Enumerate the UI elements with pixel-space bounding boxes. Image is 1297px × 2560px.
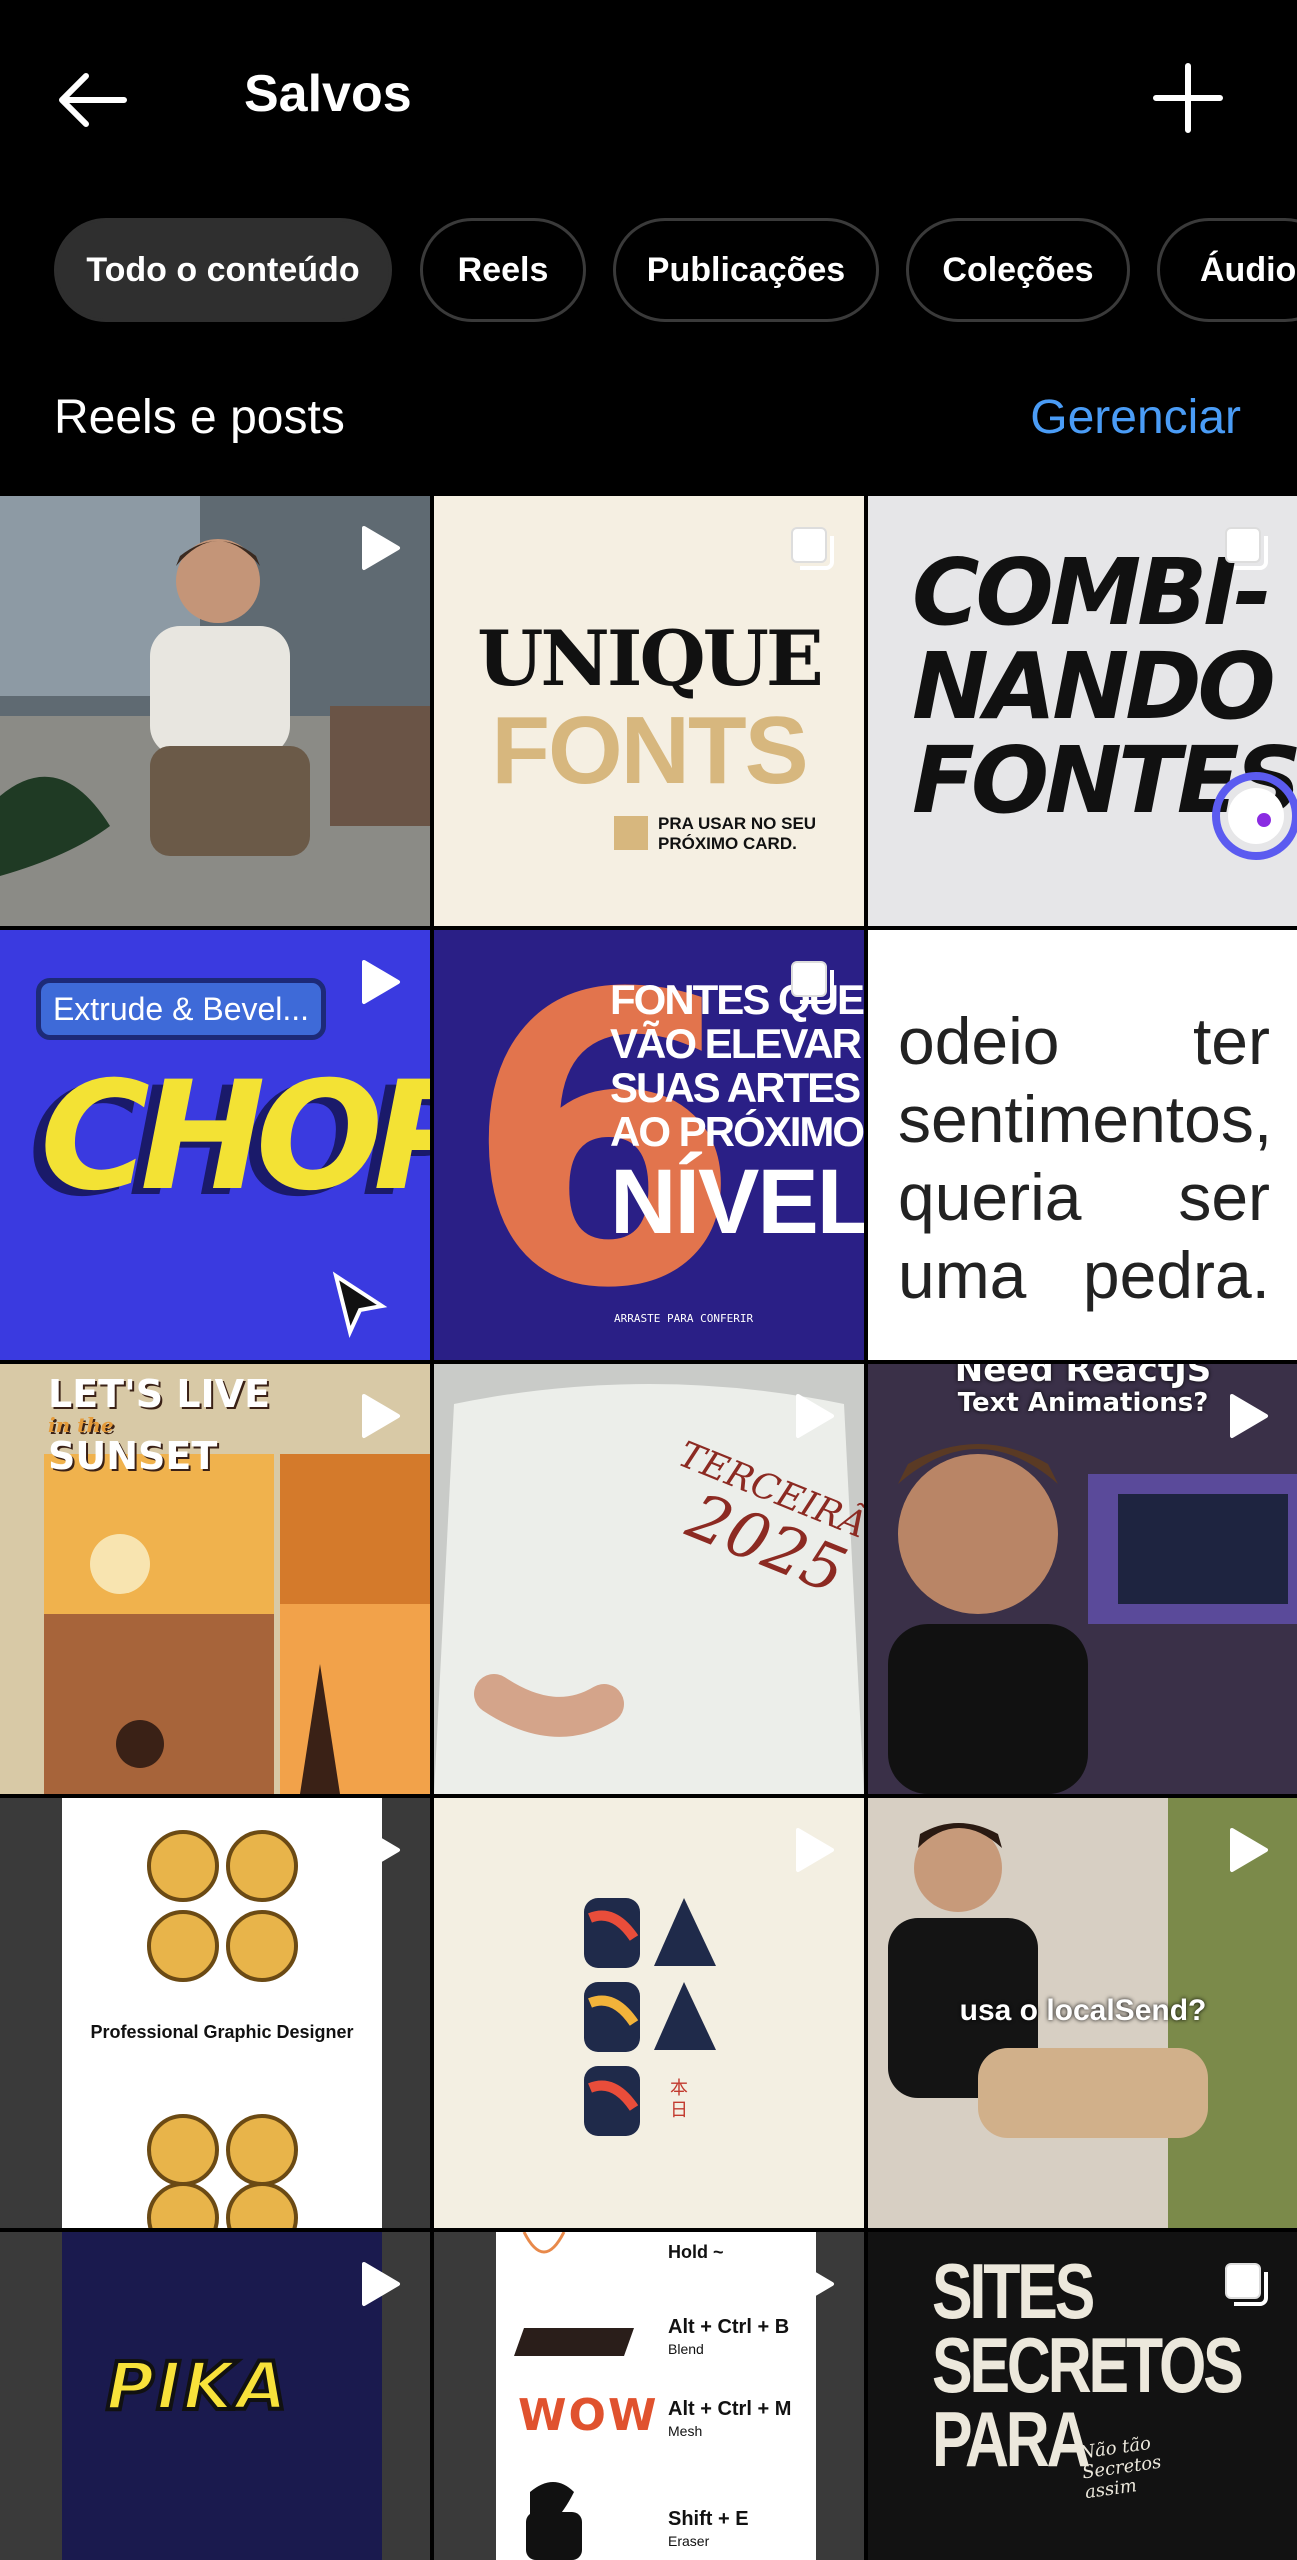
quote-word: ter: [1192, 1004, 1270, 1078]
shortcut-keys: Alt + Ctrl + B: [668, 2316, 790, 2338]
post-tile[interactable]: TERCEIRÃO 2025: [434, 1364, 864, 1794]
post-headline: FONTES QUE VÃO ELEVAR SUAS ARTES AO PRÓX…: [610, 978, 864, 1253]
label-extrude-bevel: Extrude & Bevel...: [36, 978, 326, 1040]
arrow-left-icon[interactable]: [52, 60, 132, 140]
quote-line: sentimentos,: [898, 1082, 1273, 1156]
headline-line: NANDO: [912, 633, 1276, 740]
quote-line: odeio ter: [898, 1002, 1270, 1080]
post-text-fonts: FONTS: [491, 697, 808, 804]
post-caption: ARRASTE PARA CONFERIR: [614, 1312, 754, 1325]
headline-line: NÍVEL: [610, 1151, 864, 1253]
play-icon: [362, 1394, 400, 1438]
kanji-line: 日: [670, 2100, 688, 2121]
post-tile[interactable]: odeio ter sentimentos, queria ser uma pedra…: [868, 930, 1297, 1360]
post-headline: LET'S LIVE in the SUNSET: [48, 1372, 270, 1478]
headline-line: in the: [48, 1413, 114, 1437]
headline-line: VÃO ELEVAR: [610, 1020, 862, 1067]
carousel-icon: [791, 527, 834, 570]
plus-icon[interactable]: [1148, 58, 1228, 138]
post-caption: Professional Graphic Designer: [90, 2022, 354, 2042]
play-icon: [796, 1394, 834, 1438]
post-tile[interactable]: PIKA: [0, 2232, 430, 2560]
headline-line: Need ReactJS: [954, 1364, 1212, 1390]
quote-word: uma: [898, 1238, 1027, 1312]
headline-line: SUAS ARTES: [610, 1064, 861, 1111]
post-text-chope: CHOPE: [40, 1050, 430, 1224]
play-icon: [1230, 1394, 1268, 1438]
headline-line: SUNSET: [48, 1434, 218, 1478]
post-tile[interactable]: [0, 496, 430, 926]
caption-line: PRA USAR NO SEU: [658, 814, 817, 833]
shortcut-name: Mesh: [668, 2423, 703, 2439]
headline-line: AO PRÓXIMO: [610, 1108, 864, 1155]
post-tile[interactable]: COMBI- NANDO FONTES: [868, 496, 1297, 926]
post-tile[interactable]: 本 日: [434, 1798, 864, 2228]
carousel-icon: [1225, 527, 1268, 570]
filter-chips: Todo o conteúdo Reels Publicações Coleçõ…: [0, 214, 1297, 326]
quote-word: odeio: [898, 1004, 1060, 1078]
post-tile[interactable]: UNIQUE FONTS PRA USAR NO SEU PRÓXIMO CAR…: [434, 496, 864, 926]
headline-line: SECRETOS: [932, 2321, 1244, 2409]
chip-collections[interactable]: Coleções: [906, 218, 1130, 322]
post-tile[interactable]: Need ReactJS Text Animations?: [868, 1364, 1297, 1794]
play-icon: [362, 526, 400, 570]
shortcut-keys: Shift + E: [668, 2508, 749, 2530]
post-tile[interactable]: LET'S LIVE in the SUNSET: [0, 1364, 430, 1794]
post-tile[interactable]: Extrude & Bevel... CHOPE: [0, 930, 430, 1360]
kanji-line: 本: [670, 2078, 688, 2099]
editor-toolbar: [0, 2232, 62, 2560]
manage-link[interactable]: Gerenciar: [1030, 388, 1241, 448]
chip-all-content[interactable]: Todo o conteúdo: [54, 218, 392, 322]
cursor-icon: [332, 1271, 388, 1339]
chip-posts[interactable]: Publicações: [613, 218, 879, 322]
shortcut-mesh: Alt + Ctrl + M Mesh: [668, 2398, 791, 2442]
post-tile[interactable]: Professional Graphic Designer: [0, 1798, 430, 2228]
play-icon: [796, 2262, 834, 2306]
page-title: Salvos: [244, 65, 412, 123]
headline-line: LET'S LIVE: [48, 1372, 271, 1416]
quote-line: uma pedra.: [898, 1236, 1270, 1314]
shortcut-eraser: Shift + E Eraser: [668, 2508, 749, 2552]
quote-word: ser: [1178, 1160, 1270, 1234]
shortcut-hold: Hold ~: [668, 2242, 724, 2262]
play-icon: [362, 960, 400, 1004]
decor-square: [614, 816, 648, 850]
gradient-circle-icon: [1212, 772, 1297, 860]
post-tile[interactable]: usa o localSend?: [868, 1798, 1297, 2228]
post-caption: usa o localSend?: [959, 1994, 1207, 2027]
shortcut-keys: Alt + Ctrl + M: [668, 2398, 792, 2420]
shortcut-name: Blend: [668, 2341, 704, 2357]
play-icon: [362, 1828, 400, 1872]
post-tile[interactable]: SITES SECRETOS PARA Não tão Secretos ass…: [868, 2232, 1297, 2560]
top-bar: Salvos: [0, 0, 1297, 200]
play-icon: [796, 1828, 834, 1872]
quote-line: queria ser: [898, 1158, 1270, 1236]
post-text-unique: UNIQUE: [477, 614, 824, 703]
saved-posts-grid: UNIQUE FONTS PRA USAR NO SEU PRÓXIMO CAR…: [0, 496, 1297, 2560]
play-icon: [362, 2262, 400, 2306]
carousel-icon: [1225, 2263, 1268, 2306]
chip-reels[interactable]: Reels: [420, 218, 586, 322]
caption-line: PRÓXIMO CARD.: [658, 834, 797, 853]
post-text-pika: PIKA: [104, 2346, 290, 2427]
quote-word: queria: [898, 1160, 1082, 1234]
play-icon: [1230, 1828, 1268, 1872]
shortcut-blend: Alt + Ctrl + B Blend: [668, 2316, 789, 2360]
post-kanji: 本 日: [670, 2078, 688, 2122]
headline-line: SITES: [932, 2247, 1095, 2335]
post-handwritten-note: Não tão Secretos assim: [1078, 2433, 1165, 2503]
post-tile[interactable]: Hold ~ Alt + Ctrl + B Blend WOW Alt + Ct…: [434, 2232, 864, 2560]
chip-audio[interactable]: Áudio: [1157, 218, 1297, 322]
shortcut-name: Eraser: [668, 2533, 710, 2549]
post-caption: PRA USAR NO SEU PRÓXIMO CARD.: [658, 814, 816, 854]
post-tile[interactable]: 6 FONTES QUE VÃO ELEVAR SUAS ARTES AO PR…: [434, 930, 864, 1360]
post-quote: odeio ter sentimentos, queria ser uma pedra…: [898, 1002, 1273, 1314]
post-text-wow: WOW: [518, 2390, 659, 2441]
section-title: Reels e posts: [54, 391, 345, 444]
quote-word: pedra.: [1082, 1238, 1270, 1312]
carousel-icon: [791, 961, 834, 1004]
